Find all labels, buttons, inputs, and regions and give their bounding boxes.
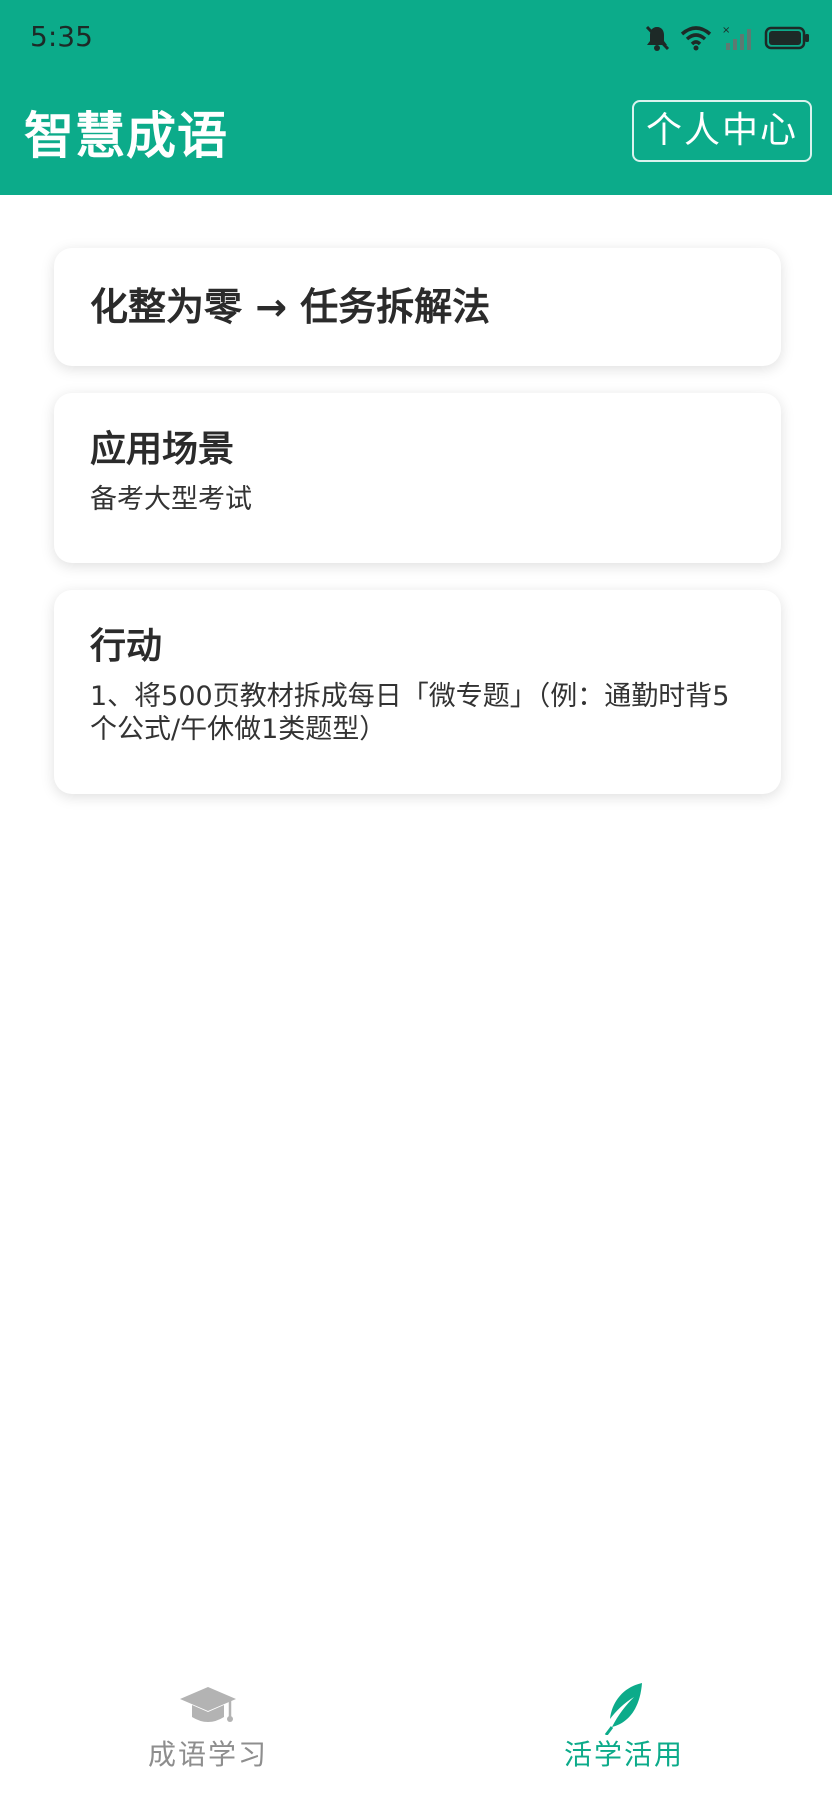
action-text: 1、将500页教材拆成每日「微专题」（例：通勤时背5个公式/午休做1类题型） (90, 681, 730, 745)
action-card: 行动 1、将500页教材拆成每日「微专题」（例：通勤时背5个公式/午休做1类题型… (54, 590, 781, 794)
scenario-card: 应用场景 备考大型考试 (54, 393, 781, 563)
scenario-text: 备考大型考试 (90, 484, 252, 515)
app-title: 智慧成语 (24, 107, 228, 165)
svg-text:×: × (722, 25, 730, 36)
feather-icon (604, 1683, 642, 1735)
tab-practical-use-label: 活学活用 (563, 1738, 684, 1771)
content-area: 化整为零 → 任务拆解法 应用场景 备考大型考试 行动 1、将500页教材拆成每… (54, 248, 781, 821)
app-screen: 5:35 × 智慧成语 个人中心 化整为零 → 任务拆解法 应用场景 备考大型考… (0, 0, 832, 1803)
graduation-cap-icon (180, 1687, 236, 1722)
bell-muted-icon (645, 25, 670, 51)
cellular-signal-icon: × (722, 25, 751, 50)
wifi-icon (680, 26, 712, 51)
status-bar: 5:35 × (0, 0, 832, 64)
status-time: 5:35 (30, 20, 93, 53)
tab-idiom-learning-label: 成语学习 (147, 1738, 268, 1771)
idiom-method-heading: 化整为零 → 任务拆解法 (90, 285, 491, 329)
bottom-nav: 成语学习 活学活用 (0, 1663, 832, 1803)
action-heading: 行动 (90, 626, 163, 667)
profile-center-button[interactable]: 个人中心 (631, 100, 812, 162)
scenario-heading: 应用场景 (90, 429, 235, 470)
idiom-method-card: 化整为零 → 任务拆解法 (54, 248, 781, 366)
tab-idiom-learning[interactable]: 成语学习 (0, 1663, 416, 1803)
status-icons: × (644, 22, 810, 54)
tab-practical-use[interactable]: 活学活用 (416, 1663, 832, 1803)
app-header: 智慧成语 个人中心 (0, 64, 832, 195)
battery-icon (764, 26, 809, 50)
